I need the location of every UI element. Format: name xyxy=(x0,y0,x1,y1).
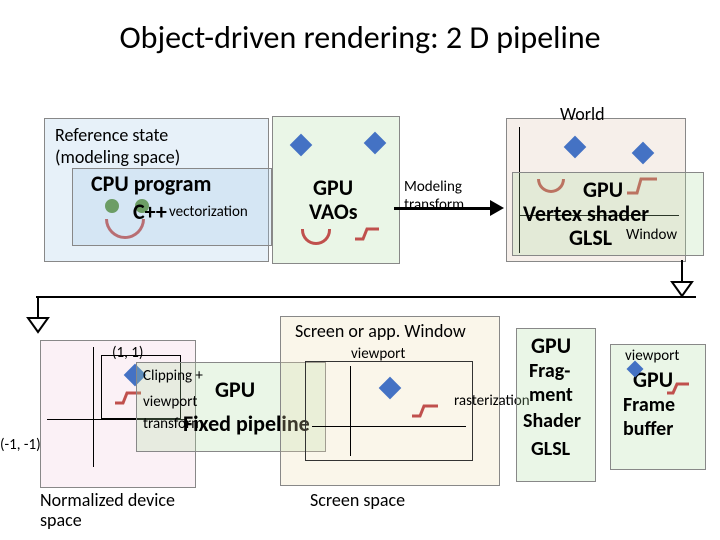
open-arrow-down-icon xyxy=(20,296,56,336)
axis-x-icon xyxy=(312,426,466,427)
glyph-diamond-icon xyxy=(290,134,313,157)
slide-title: Object-driven rendering: 2 D pipeline xyxy=(0,0,720,57)
glyph-diamond-icon xyxy=(564,136,587,159)
modeling-line2: transform xyxy=(404,196,464,214)
glyph-smile-icon xyxy=(301,229,331,245)
cpu-sub: C++ xyxy=(133,199,167,225)
cpu-program-panel: CPU program C++ vectorization xyxy=(72,168,272,246)
modeling-line1: Modeling xyxy=(404,178,462,196)
vertex-lang: GLSL xyxy=(569,225,612,251)
cpu-heading: CPU program xyxy=(91,171,211,197)
glyph-diamond-icon xyxy=(379,377,402,400)
ndc-coord-tr: (1, 1) xyxy=(112,344,143,362)
vao-sub: VAOs xyxy=(309,199,358,225)
screen-space-label: Screen space xyxy=(310,490,405,512)
axis-y-icon xyxy=(350,366,351,456)
fixed-line1: Clipping + xyxy=(143,367,203,385)
screen-window-label: Screen or app. Window xyxy=(295,321,466,343)
world-label: World xyxy=(560,104,605,126)
axis-y-icon xyxy=(93,347,94,467)
fragment-shader-panel: GPU Frag- ment Shader GLSL xyxy=(516,328,596,482)
cpu-annot: vectorization xyxy=(169,203,248,221)
ndc-coord-bl: (-1, -1) xyxy=(0,436,41,454)
fixed-line2: viewport xyxy=(143,393,197,411)
frag-heading: GPU xyxy=(531,333,571,359)
glyph-diamond-icon xyxy=(632,142,655,165)
window-label: Window xyxy=(626,226,677,244)
connector-rule xyxy=(36,296,696,298)
vao-panel: GPU VAOs xyxy=(272,116,400,264)
viewport-label-1: viewport xyxy=(351,345,405,363)
glyph-tick-icon xyxy=(353,225,381,243)
frame-buffer-panel: viewport GPU Frame buffer xyxy=(610,344,706,470)
glyph-tick-icon xyxy=(410,402,438,420)
frag-line3: Shader xyxy=(523,409,581,433)
fixed-heading: GPU xyxy=(215,377,255,403)
frag-line2: ment xyxy=(529,383,573,407)
frag-line1: Frag- xyxy=(529,359,570,383)
fb-sub2: buffer xyxy=(623,417,673,441)
ref-label-2: (modeling space) xyxy=(55,147,180,169)
frag-lang: GLSL xyxy=(531,437,570,461)
screen-viewport-box xyxy=(305,361,473,461)
glyph-tick-icon xyxy=(665,381,693,399)
glyph-diamond-icon xyxy=(364,132,387,155)
ndc-label-2: space xyxy=(40,510,82,532)
open-arrow-down-icon xyxy=(664,258,700,298)
ref-label-1: Reference state xyxy=(55,125,168,147)
